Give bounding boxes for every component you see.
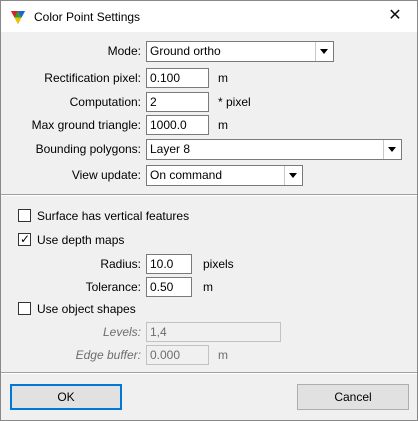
- close-button[interactable]: ✕: [373, 1, 417, 32]
- max-ground-triangle-input[interactable]: 1000.0: [146, 115, 209, 135]
- cancel-button[interactable]: Cancel: [297, 384, 409, 410]
- use-depth-maps-label[interactable]: Use depth maps: [37, 232, 124, 248]
- tolerance-input[interactable]: 0.50: [146, 277, 192, 297]
- radius-unit: pixels: [203, 257, 234, 271]
- levels-label: Levels:: [102, 325, 141, 339]
- rectification-pixel-unit: m: [218, 71, 228, 85]
- computation-label: Computation:: [69, 95, 141, 109]
- tolerance-label: Tolerance:: [85, 280, 141, 294]
- bounding-polygons-value: Layer 8: [150, 142, 191, 156]
- radius-label: Radius:: [100, 257, 141, 271]
- bounding-polygons-label: Bounding polygons:: [35, 142, 141, 156]
- view-update-dropdown[interactable]: On command: [146, 165, 303, 186]
- bounding-polygons-dropdown[interactable]: Layer 8: [146, 139, 402, 160]
- edge-buffer-unit: m: [218, 348, 228, 362]
- use-object-shapes-checkbox[interactable]: [18, 302, 31, 315]
- rectification-pixel-input[interactable]: 0.100: [146, 68, 209, 88]
- tolerance-unit: m: [203, 280, 213, 294]
- surface-vertical-checkbox[interactable]: [18, 209, 31, 222]
- close-icon: ✕: [388, 7, 402, 24]
- radius-input[interactable]: 10.0: [146, 254, 192, 274]
- use-depth-maps-checkbox[interactable]: ✓: [18, 232, 31, 246]
- mode-value: Ground ortho: [150, 44, 221, 58]
- levels-input: 1,4: [146, 322, 281, 342]
- view-update-value: On command: [150, 168, 223, 182]
- max-ground-triangle-unit: m: [218, 118, 228, 132]
- edge-buffer-input: 0.000: [146, 345, 209, 365]
- title-bar: Color Point Settings ✕: [1, 1, 417, 32]
- chevron-down-icon: [383, 140, 401, 159]
- mode-label: Mode:: [107, 44, 141, 58]
- computation-unit: * pixel: [218, 95, 251, 109]
- app-logo-icon: [11, 11, 25, 24]
- use-object-shapes-label[interactable]: Use object shapes: [37, 301, 136, 317]
- chevron-down-icon: [284, 166, 302, 185]
- separator: [1, 372, 417, 374]
- computation-input[interactable]: 2: [146, 92, 209, 112]
- separator: [1, 194, 417, 196]
- edge-buffer-label: Edge buffer:: [75, 348, 141, 362]
- surface-vertical-label[interactable]: Surface has vertical features: [37, 208, 189, 224]
- rectification-pixel-label: Rectification pixel:: [44, 71, 141, 85]
- dialog-window: Color Point Settings ✕ Mode: Ground orth…: [0, 0, 418, 421]
- checkmark-icon: ✓: [20, 232, 31, 246]
- mode-dropdown[interactable]: Ground ortho: [146, 41, 334, 62]
- window-title: Color Point Settings: [34, 10, 141, 24]
- ok-button[interactable]: OK: [10, 384, 122, 410]
- chevron-down-icon: [315, 42, 333, 61]
- view-update-label: View update:: [71, 168, 141, 182]
- max-ground-triangle-label: Max ground triangle:: [31, 118, 141, 132]
